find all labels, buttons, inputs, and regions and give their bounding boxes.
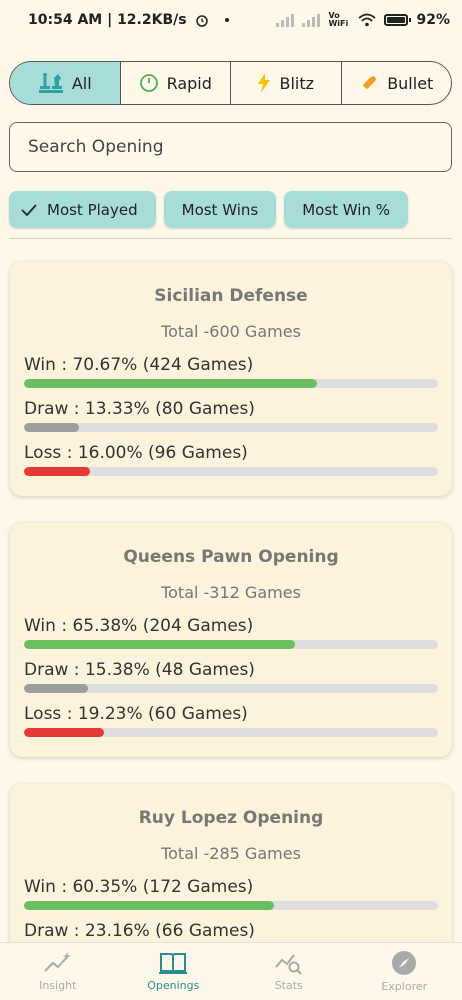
opening-name: Sicilian Defense — [154, 286, 308, 306]
nav-explorer-label: Explorer — [381, 980, 428, 993]
chip-most-wins[interactable]: Most Wins — [163, 191, 277, 228]
bottom-navigation: Insight Openings Stats Explorer — [0, 942, 462, 1000]
draw-bar-fill — [24, 684, 88, 693]
nav-stats-label: Stats — [274, 979, 303, 992]
chip-most-win-percent[interactable]: Most Win % — [284, 191, 408, 228]
opening-name: Ruy Lopez Opening — [138, 808, 324, 828]
loss-label: Loss : 16.00% (96 Games) — [24, 443, 248, 463]
draw-stat: Draw : 15.38% (48 Games) — [24, 659, 438, 693]
chess-pieces-icon — [38, 73, 63, 93]
loss-label: Loss : 19.23% (60 Games) — [24, 704, 248, 724]
tab-rapid-label: Rapid — [166, 73, 212, 93]
bullet-icon — [363, 76, 376, 89]
book-icon — [159, 953, 188, 974]
compass-icon — [392, 951, 417, 975]
tab-bullet[interactable]: Bullet — [342, 62, 452, 104]
sort-chips: Most Played Most Wins Most Win % — [9, 191, 408, 228]
clock-icon — [139, 74, 158, 92]
win-stat: Win : 65.38% (204 Games) — [24, 615, 438, 649]
loss-bar-track — [24, 728, 438, 737]
win-bar-fill — [24, 901, 274, 910]
loss-bar-track — [24, 467, 438, 476]
battery-level: 92% — [416, 12, 450, 28]
nav-insight[interactable]: Insight — [0, 943, 116, 1000]
time-control-tabs: All Rapid Blitz Bullet — [9, 61, 452, 105]
tab-bullet-label: Bullet — [387, 73, 434, 93]
draw-stat: Draw : 23.16% (66 Games) — [24, 920, 438, 942]
tab-blitz-label: Blitz — [279, 73, 315, 93]
win-bar-fill — [24, 379, 317, 388]
draw-label: Draw : 15.38% (48 Games) — [24, 660, 255, 680]
draw-bar-fill — [24, 423, 80, 432]
tab-rapid[interactable]: Rapid — [121, 62, 231, 104]
win-stat: Win : 70.67% (424 Games) — [24, 354, 438, 388]
status-bar: 10:54 AM | 12.2KB/s Vo WiFi 92% — [0, 0, 462, 40]
draw-bar-track — [24, 423, 438, 432]
tab-blitz[interactable]: Blitz — [231, 62, 342, 104]
loss-stat: Loss : 16.00% (96 Games) — [24, 442, 438, 476]
nav-openings-label: Openings — [147, 979, 200, 992]
win-bar-track — [24, 640, 438, 649]
nav-stats[interactable]: Stats — [231, 943, 347, 1000]
battery-icon — [384, 14, 412, 26]
nav-openings[interactable]: Openings — [116, 943, 232, 1000]
win-bar-track — [24, 379, 438, 388]
alarm-icon — [195, 15, 208, 27]
draw-bar-track — [24, 684, 438, 693]
draw-label: Draw : 23.16% (66 Games) — [24, 921, 255, 941]
win-label: Win : 60.35% (172 Games) — [24, 877, 254, 897]
status-time: 10:54 AM | 12.2KB/s — [28, 12, 187, 28]
loss-stat: Loss : 19.23% (60 Games) — [24, 703, 438, 737]
opening-name: Queens Pawn Opening — [123, 547, 339, 567]
win-label: Win : 65.38% (204 Games) — [24, 616, 254, 636]
loss-bar-fill — [24, 728, 104, 737]
opening-card[interactable]: Ruy Lopez Opening Total -285 Games Win :… — [10, 784, 452, 942]
openings-list[interactable]: Sicilian Defense Total -600 Games Win : … — [0, 240, 462, 942]
opening-total: Total -285 Games — [161, 844, 301, 863]
signal-icon — [276, 13, 295, 27]
insight-icon — [44, 952, 71, 972]
lightning-icon — [258, 73, 271, 93]
chip-most-win-percent-label: Most Win % — [302, 200, 390, 219]
vowifi-label: Vo WiFi — [328, 11, 349, 28]
win-label: Win : 70.67% (424 Games) — [24, 355, 254, 375]
win-stat: Win : 60.35% (172 Games) — [24, 876, 438, 910]
divider — [9, 238, 452, 239]
check-icon — [21, 203, 37, 216]
wifi-icon — [358, 13, 377, 27]
draw-stat: Draw : 13.33% (80 Games) — [24, 398, 438, 432]
draw-label: Draw : 13.33% (80 Games) — [24, 399, 255, 419]
chip-most-wins-label: Most Wins — [181, 200, 259, 219]
loss-bar-fill — [24, 467, 91, 476]
nav-explorer[interactable]: Explorer — [347, 943, 462, 1000]
tab-all-label: All — [71, 73, 92, 93]
win-bar-fill — [24, 640, 295, 649]
chip-most-played-label: Most Played — [47, 200, 138, 219]
stats-icon — [274, 954, 302, 975]
opening-total: Total -312 Games — [161, 583, 301, 602]
nav-insight-label: Insight — [39, 979, 77, 992]
notification-dot-icon — [224, 18, 229, 22]
opening-total: Total -600 Games — [161, 322, 301, 341]
chip-most-played[interactable]: Most Played — [9, 191, 156, 228]
signal-icon-2 — [302, 13, 321, 27]
opening-card[interactable]: Sicilian Defense Total -600 Games Win : … — [10, 262, 452, 496]
search-opening-input[interactable] — [9, 122, 452, 172]
opening-card[interactable]: Queens Pawn Opening Total -312 Games Win… — [10, 523, 452, 757]
win-bar-track — [24, 901, 438, 910]
tab-all[interactable]: All — [10, 62, 121, 104]
